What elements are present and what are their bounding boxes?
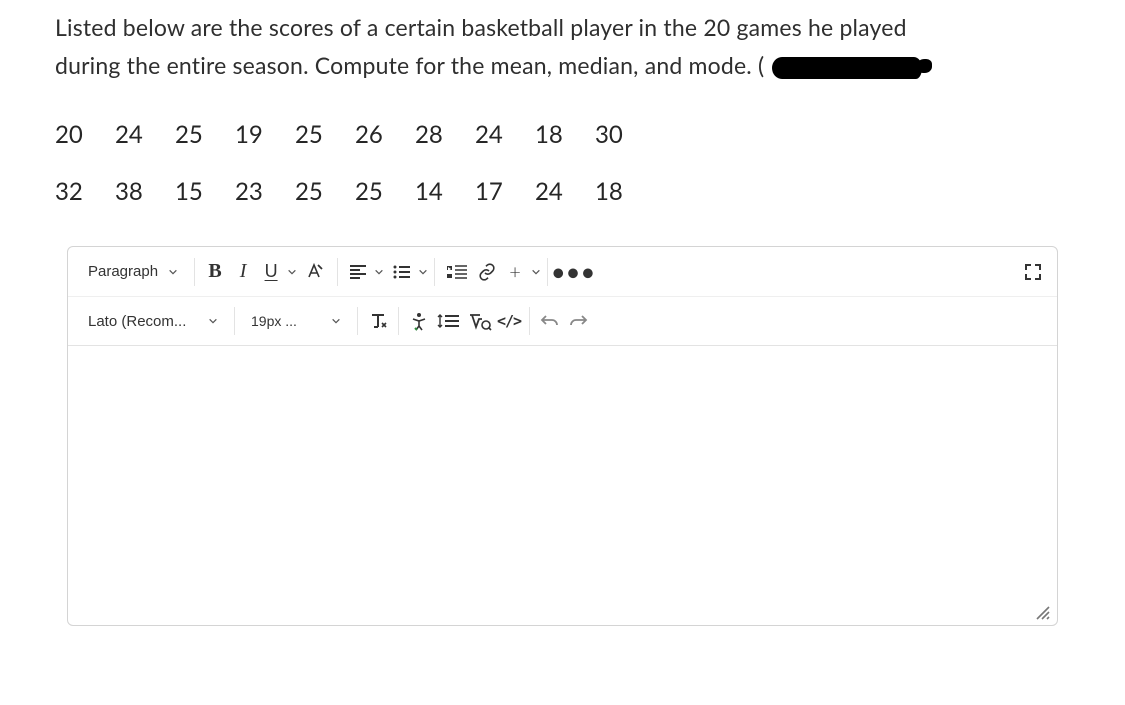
separator xyxy=(357,307,358,335)
chevron-down-icon xyxy=(208,316,218,326)
score-cell: 24 xyxy=(115,120,175,149)
separator xyxy=(529,307,530,335)
score-cell: 23 xyxy=(235,177,295,206)
separator xyxy=(337,258,338,286)
score-cell: 25 xyxy=(295,120,355,149)
accessibility-button[interactable] xyxy=(405,307,433,335)
bold-button[interactable]: B xyxy=(201,258,229,286)
accessibility-icon xyxy=(409,311,429,331)
clear-formatting-button[interactable] xyxy=(364,307,392,335)
equation-button[interactable] xyxy=(465,307,495,335)
equation-icon xyxy=(468,311,492,331)
score-cell: 15 xyxy=(175,177,235,206)
italic-button[interactable]: I xyxy=(229,258,257,286)
insert-media-button[interactable] xyxy=(441,258,473,286)
score-cell: 18 xyxy=(535,120,595,149)
undo-icon xyxy=(540,312,560,330)
toolbar-row-1: Paragraph B I U xyxy=(68,247,1057,296)
align-button[interactable] xyxy=(344,258,384,286)
editor-textarea[interactable] xyxy=(68,346,1057,606)
list-button[interactable] xyxy=(388,258,428,286)
block-format-label: Paragraph xyxy=(88,263,158,280)
chevron-down-icon xyxy=(374,267,384,277)
score-cell: 20 xyxy=(55,120,115,149)
score-cell: 28 xyxy=(415,120,475,149)
score-cell: 25 xyxy=(175,120,235,149)
score-cell: 25 xyxy=(295,177,355,206)
score-cell: 26 xyxy=(355,120,415,149)
separator xyxy=(398,307,399,335)
score-cell: 17 xyxy=(475,177,535,206)
font-size-select[interactable]: 19px ... xyxy=(241,304,351,338)
undo-button[interactable] xyxy=(536,307,564,335)
font-family-select[interactable]: Lato (Recom... xyxy=(78,304,228,338)
block-format-select[interactable]: Paragraph xyxy=(78,255,188,289)
chevron-down-icon xyxy=(531,267,541,277)
text-color-button[interactable] xyxy=(297,258,331,286)
more-button[interactable]: ••• xyxy=(560,258,588,286)
redo-button[interactable] xyxy=(564,307,592,335)
link-button[interactable] xyxy=(473,258,501,286)
separator xyxy=(194,258,195,286)
toolbar-row-2: Lato (Recom... 19px ... </> xyxy=(68,296,1057,345)
separator xyxy=(234,307,235,335)
separator xyxy=(434,258,435,286)
question-text: Listed below are the scores of a certain… xyxy=(55,8,1070,84)
score-data-block: 20 24 25 19 25 26 28 24 18 30 32 38 15 2… xyxy=(55,120,1070,206)
score-cell: 32 xyxy=(55,177,115,206)
resize-handle[interactable] xyxy=(1033,603,1051,621)
chevron-down-icon xyxy=(287,267,297,277)
font-family-label: Lato (Recom... xyxy=(88,313,186,330)
expand-icon xyxy=(1024,263,1042,281)
answer-editor: Paragraph B I U xyxy=(67,246,1058,626)
link-icon xyxy=(476,262,498,282)
score-cell: 25 xyxy=(355,177,415,206)
score-cell: 24 xyxy=(475,120,535,149)
fullscreen-button[interactable] xyxy=(1019,258,1047,286)
line-spacing-button[interactable] xyxy=(433,307,465,335)
font-size-label: 19px ... xyxy=(251,313,297,329)
list-icon xyxy=(392,263,412,281)
media-icon xyxy=(445,263,469,281)
align-left-icon xyxy=(348,263,368,281)
score-cell: 19 xyxy=(235,120,295,149)
score-cell: 14 xyxy=(415,177,475,206)
score-cell: 30 xyxy=(595,120,655,149)
question-line-2: during the entire season. Compute for th… xyxy=(55,46,1070,84)
insert-plus-button[interactable]: + xyxy=(501,258,541,286)
line-spacing-icon xyxy=(437,312,461,330)
underline-button[interactable]: U xyxy=(257,258,297,286)
redaction-mark xyxy=(772,57,922,79)
question-line-1: Listed below are the scores of a certain… xyxy=(55,8,1070,46)
score-cell: 24 xyxy=(535,177,595,206)
score-cell: 38 xyxy=(115,177,175,206)
editor-toolbar: Paragraph B I U xyxy=(68,247,1057,346)
chevron-down-icon xyxy=(418,267,428,277)
separator xyxy=(547,258,548,286)
score-cell: 18 xyxy=(595,177,655,206)
clear-format-icon xyxy=(368,311,388,331)
redo-icon xyxy=(568,312,588,330)
chevron-down-icon xyxy=(331,316,341,326)
data-row: 32 38 15 23 25 25 14 17 24 18 xyxy=(55,177,1070,206)
data-row: 20 24 25 19 25 26 28 24 18 30 xyxy=(55,120,1070,149)
chevron-down-icon xyxy=(168,267,178,277)
resize-icon xyxy=(1033,603,1051,621)
code-sample-button[interactable]: </> xyxy=(495,307,523,335)
